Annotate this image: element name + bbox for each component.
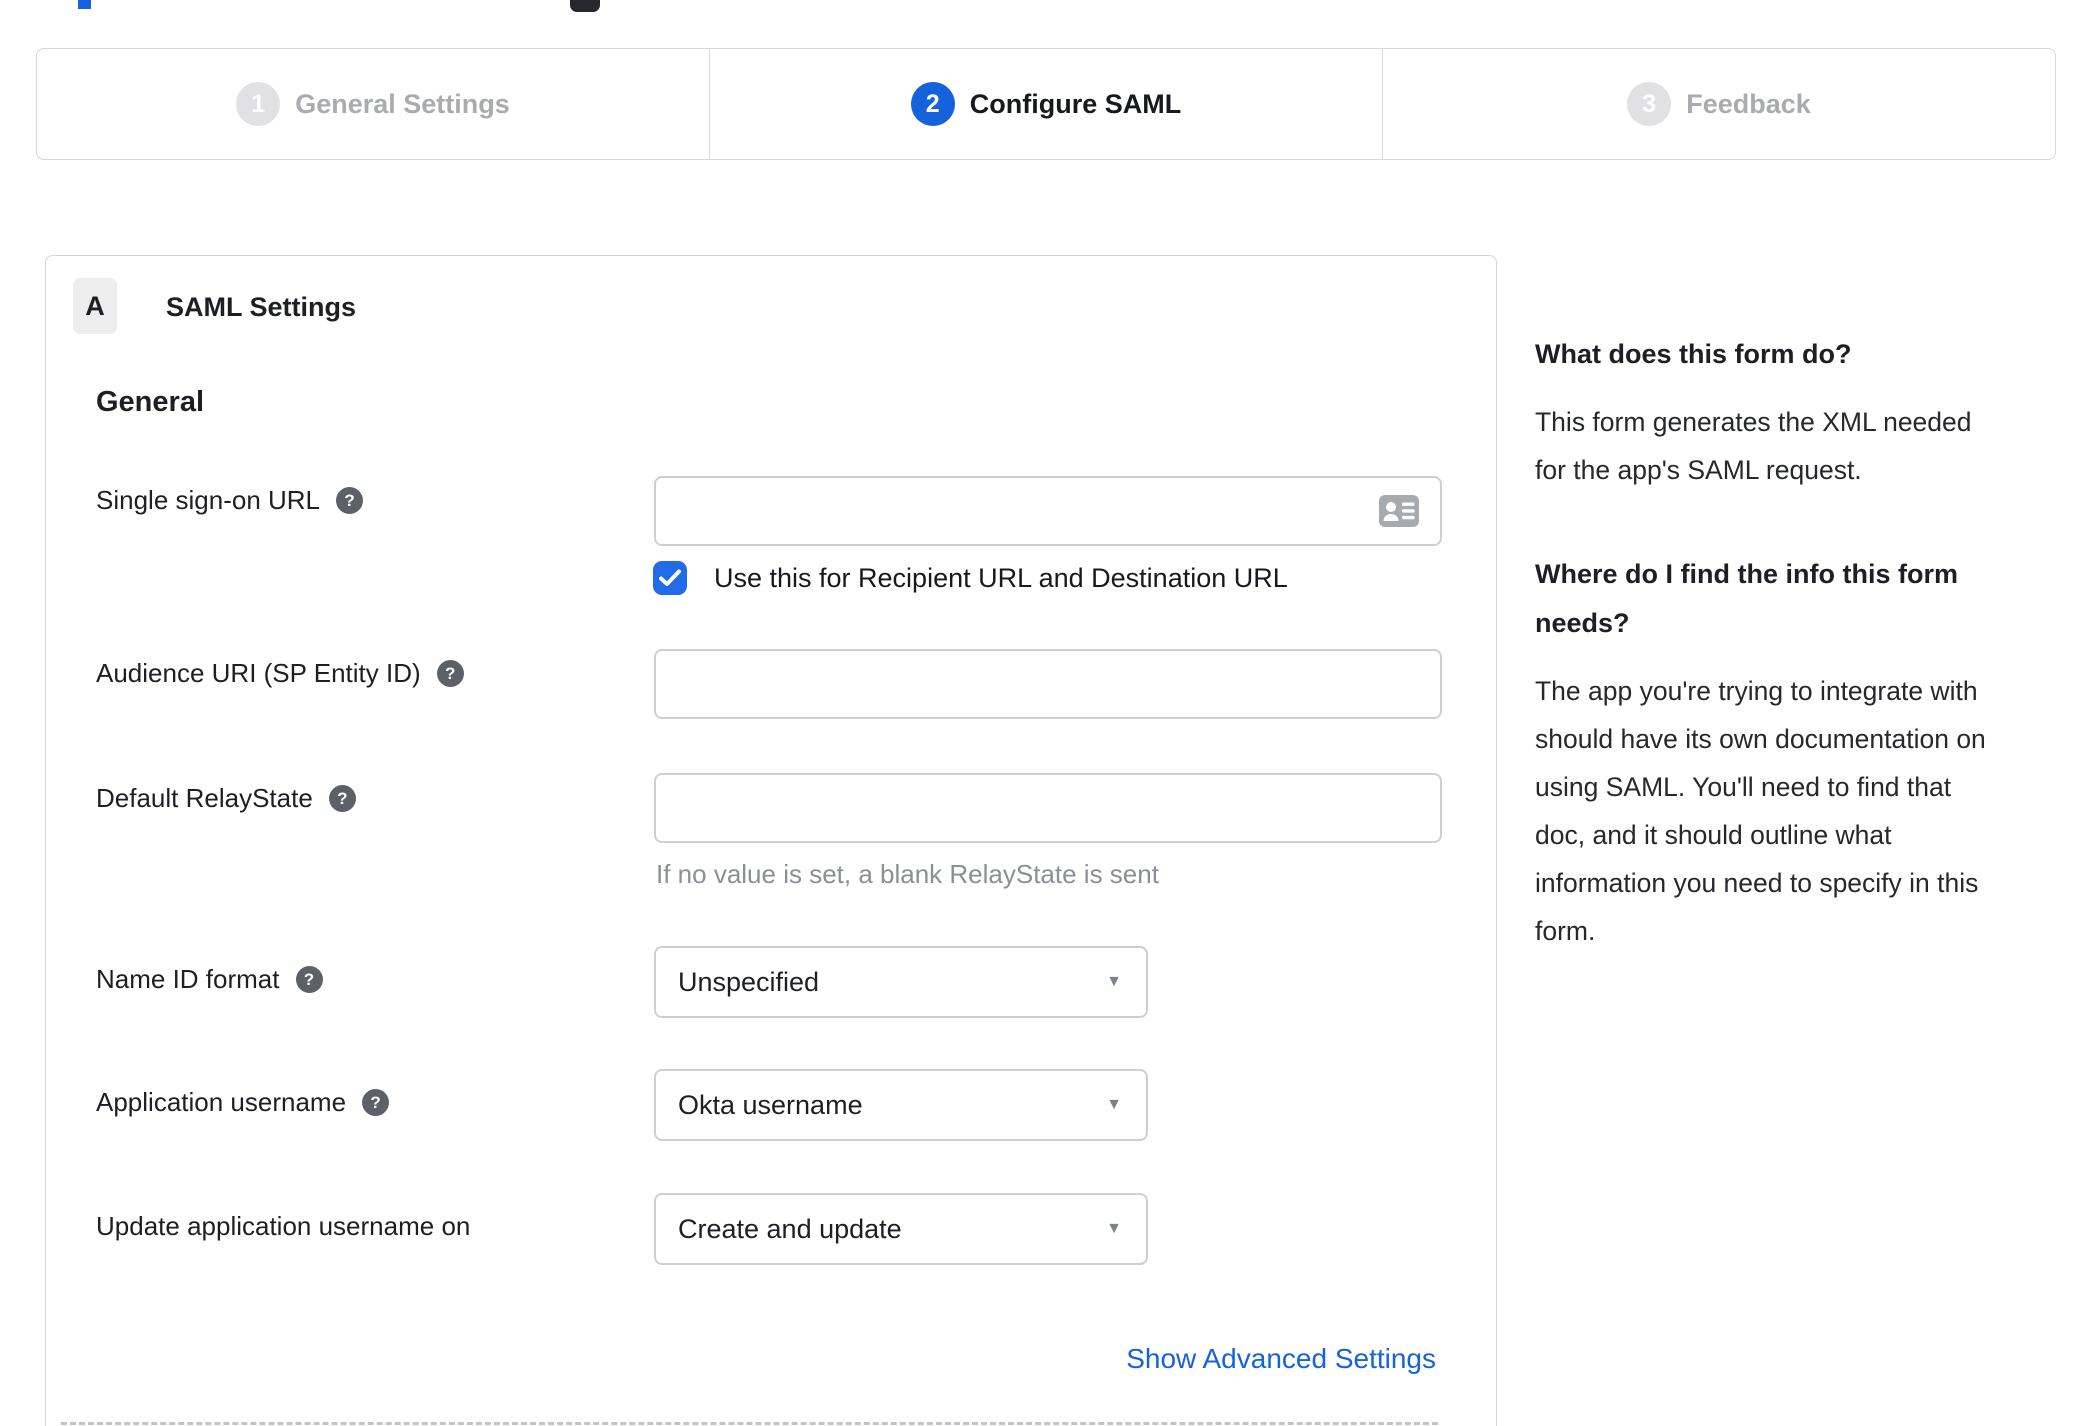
default-relaystate-label: Default RelayState ?	[96, 783, 356, 814]
saml-settings-panel: A SAML Settings General Single sign-on U…	[45, 255, 1497, 1426]
help-answer: The app you're trying to integrate with s…	[1535, 676, 1986, 946]
application-username-select[interactable]: Okta username ▼	[654, 1069, 1148, 1141]
configure-saml-page: 1 General Settings 2 Configure SAML 3 Fe…	[0, 0, 2092, 1426]
wizard-stepper: 1 General Settings 2 Configure SAML 3 Fe…	[36, 48, 2056, 160]
help-block-where: Where do I find the info this form needs?…	[1535, 550, 2047, 955]
name-id-format-label: Name ID format ?	[96, 964, 323, 995]
step-feedback[interactable]: 3 Feedback	[1382, 49, 2055, 159]
step-label: Configure SAML	[969, 88, 1182, 119]
step-label: Feedback	[1686, 88, 1811, 119]
step-number-badge: 1	[236, 82, 281, 126]
step-number-badge: 3	[1627, 82, 1672, 126]
application-username-label: Application username ?	[96, 1087, 390, 1118]
help-question: What does this form do?	[1535, 339, 1852, 369]
caret-down-icon: ▼	[1106, 1220, 1122, 1237]
selected-value: Unspecified	[678, 966, 820, 997]
audience-uri-input[interactable]	[654, 649, 1442, 719]
section-a-badge: A	[73, 278, 117, 334]
help-icon[interactable]: ?	[436, 660, 464, 687]
section-divider	[61, 1422, 1438, 1425]
caret-down-icon: ▼	[1106, 973, 1122, 990]
step-configure-saml[interactable]: 2 Configure SAML	[709, 49, 1382, 159]
selected-value: Okta username	[678, 1089, 863, 1120]
help-question: Where do I find the info this form needs?	[1535, 559, 1958, 638]
help-icon[interactable]: ?	[328, 785, 356, 812]
recipient-url-checkbox-row[interactable]: Use this for Recipient URL and Destinati…	[653, 561, 1288, 595]
checkmark-icon	[659, 569, 681, 586]
show-advanced-settings-link[interactable]: Show Advanced Settings	[1126, 1343, 1436, 1375]
default-relaystate-input[interactable]	[654, 773, 1442, 843]
update-app-username-label: Update application username on	[96, 1211, 471, 1241]
help-icon[interactable]: ?	[362, 1089, 390, 1116]
relaystate-hint: If no value is set, a blank RelayState i…	[656, 859, 1159, 889]
update-app-username-select[interactable]: Create and update ▼	[654, 1193, 1148, 1265]
sso-url-label: Single sign-on URL ?	[96, 485, 364, 516]
sso-url-input[interactable]	[654, 476, 1442, 546]
help-column: What does this form do? This form genera…	[1535, 330, 2047, 955]
step-label: General Settings	[295, 88, 510, 119]
name-id-format-select[interactable]: Unspecified ▼	[654, 946, 1148, 1018]
step-number-badge: 2	[910, 82, 955, 126]
clipped-title-fragment	[570, 0, 600, 12]
help-icon[interactable]: ?	[336, 487, 364, 514]
caret-down-icon: ▼	[1106, 1096, 1122, 1113]
help-icon[interactable]: ?	[295, 966, 323, 993]
help-answer: This form generates the XML needed for th…	[1535, 407, 1972, 485]
audience-uri-label: Audience URI (SP Entity ID) ?	[96, 658, 464, 689]
recipient-url-checkbox[interactable]	[653, 561, 687, 595]
help-block-what: What does this form do? This form genera…	[1535, 330, 2047, 494]
saml-settings-title: SAML Settings	[166, 292, 357, 322]
selected-value: Create and update	[678, 1213, 902, 1244]
general-group-title: General	[96, 386, 204, 418]
clipped-blue-fragment	[78, 0, 91, 9]
recipient-url-checkbox-label[interactable]: Use this for Recipient URL and Destinati…	[714, 563, 1288, 594]
step-general-settings[interactable]: 1 General Settings	[37, 49, 709, 159]
